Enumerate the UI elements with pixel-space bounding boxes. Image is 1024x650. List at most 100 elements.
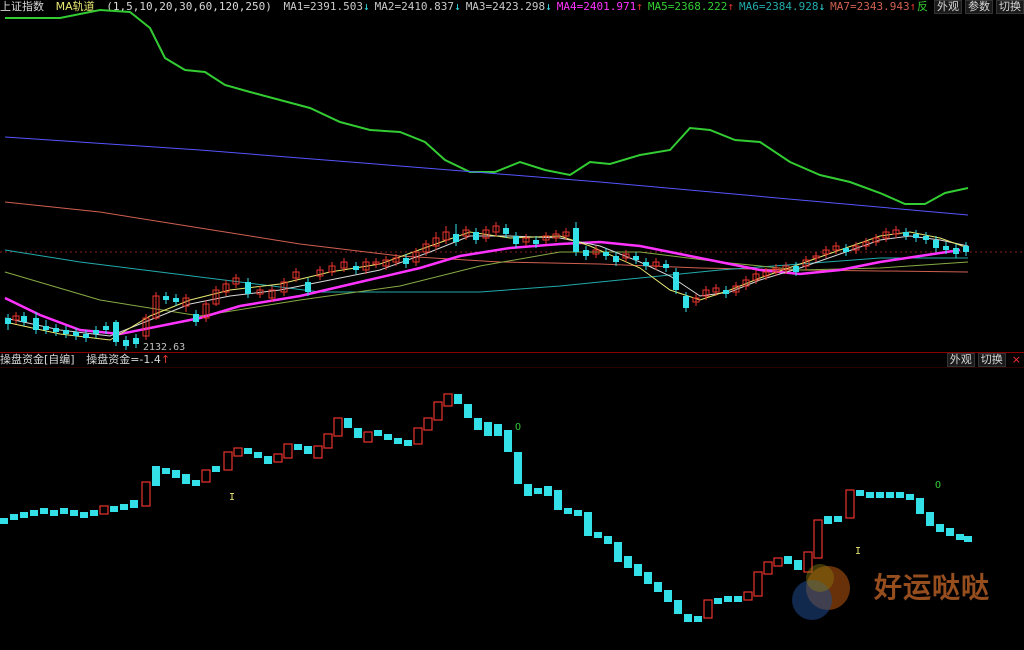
main-price-chart[interactable]: 2132.63 [0,0,1024,352]
signal-marker: I [229,492,235,503]
indicator-block [223,451,233,471]
candlestick [573,222,579,256]
candlestick [933,236,939,252]
indicator-block [244,448,252,454]
indicator-block [313,445,323,459]
indicator-block [484,422,492,436]
indicator-block [624,556,632,568]
indicator-block [714,598,722,604]
candlestick [752,270,760,284]
indicator-block [70,510,78,516]
candlestick [583,246,589,260]
indicator-block [504,430,512,452]
indicator-block [916,498,924,514]
signal-marker: O [515,422,521,433]
indicator-block [694,616,702,622]
indicator-block [344,418,352,428]
candlestick [923,232,929,244]
indicator-block [926,512,934,526]
indicator-block [813,519,823,559]
candlestick [513,232,519,248]
candlestick [372,258,380,268]
indicator-block [374,430,382,436]
indicator-block [212,466,220,472]
indicator-block [544,486,552,496]
sub-indicator-title: 操盘资金[自编] [0,353,75,366]
candlestick [892,226,900,238]
indicator-block [956,534,964,540]
ma-green-line [5,8,969,205]
sub-appearance-button[interactable]: 外观 [946,353,975,367]
candlestick [643,258,649,270]
indicator-block [60,508,68,514]
watermark-text: 好运哒哒 [874,571,991,604]
candlestick [812,252,820,262]
indicator-block [404,440,412,446]
indicator-block [443,393,453,407]
indicator-block [201,469,211,483]
candlestick [212,286,220,306]
indicator-block [152,466,160,486]
indicator-block [936,524,944,532]
candlestick [328,262,336,276]
logo-circle-yellow [806,564,834,592]
indicator-block [664,590,672,602]
indicator-block [534,488,542,494]
low-price-label: 2132.63 [143,342,185,352]
indicator-block [413,427,423,445]
indicator-block [172,470,180,478]
indicator-block [254,452,262,458]
candlestick [222,280,230,296]
signal-marker: O [935,480,941,491]
candlestick [163,292,169,304]
candlestick [473,228,479,244]
indicator-block [233,447,243,457]
indicator-block [964,536,972,542]
indicator-block [773,557,783,567]
indicator-block [845,489,855,519]
indicator-block [182,474,190,484]
indicator-block [724,596,732,602]
indicator-block [333,417,343,437]
indicator-block [120,504,128,510]
indicator-block [304,446,312,454]
candlestick [603,248,609,260]
close-icon[interactable]: × [1008,353,1024,367]
indicator-block [824,516,832,524]
candlestick [63,326,69,338]
indicator-block [684,614,692,622]
candlestick [822,246,830,258]
indicator-block [753,571,763,597]
candlestick [432,232,440,250]
sub-indicator-value: 操盘资金=-1.4↑ [86,353,171,366]
candlestick [53,324,59,336]
candlestick [182,294,190,312]
candlestick [963,242,969,256]
candlestick [353,262,359,274]
indicator-block [0,518,8,524]
candlestick [633,252,639,264]
candlestick [913,230,919,242]
indicator-block [464,404,472,418]
candlestick [113,320,119,346]
indicator-block [162,468,170,474]
candlestick [953,244,959,258]
candlestick [173,294,179,306]
indicator-block [604,536,612,544]
indicator-block [264,456,272,464]
indicator-block [141,481,151,507]
indicator-block [294,444,302,450]
sub-switch-button[interactable]: 切换 [977,353,1006,367]
candlestick [123,336,129,350]
indicator-block [554,490,562,510]
indicator-block [494,424,502,436]
indicator-block [363,431,373,443]
indicator-block [423,417,433,431]
indicator-block [906,494,914,500]
indicator-block [584,512,592,536]
indicator-block [524,484,532,496]
indicator-block [454,394,462,404]
watermark-logo: 好运哒哒 [790,560,1010,630]
indicator-block [514,452,522,484]
sub-chart-controls: 外观 切换 × [946,353,1024,367]
